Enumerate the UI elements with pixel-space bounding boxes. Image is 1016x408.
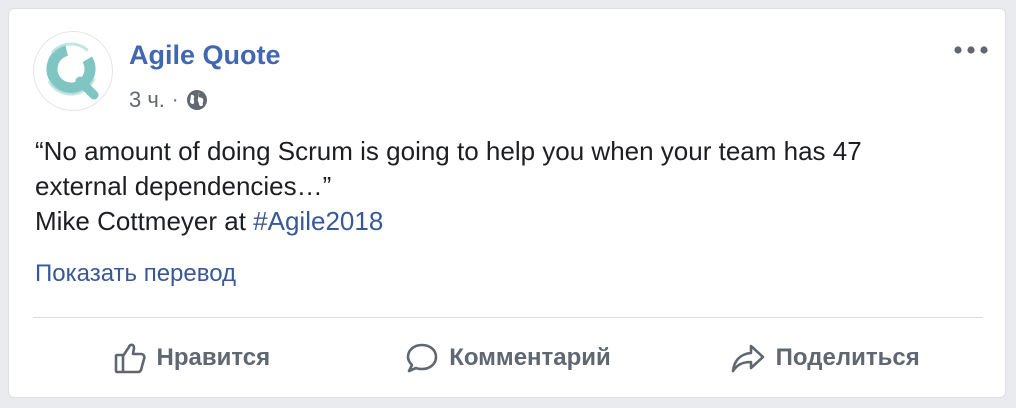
thumbs-up-icon [114,343,146,374]
post-body: “No amount of doing Scrum is going to he… [35,134,975,239]
share-arrow-icon [731,344,764,373]
quote-attribution: Mike Cottmeyer at [35,206,254,236]
show-translation-link[interactable]: Показать перевод [35,259,236,289]
post-card: Agile Quote 3 ч. · “No amount of doing S… [8,8,1006,398]
like-button[interactable]: Нравится [33,328,350,388]
more-options-button[interactable] [951,35,991,65]
share-button[interactable]: Поделиться [666,328,983,388]
agile-quote-logo-icon [44,42,99,100]
page-name-link[interactable]: Agile Quote [129,39,281,71]
like-label: Нравится [156,344,271,371]
hashtag-link[interactable]: #Agile2018 [253,206,383,236]
post-meta: 3 ч. · [129,86,208,114]
globe-icon[interactable] [186,89,208,111]
post-text-line: “No amount of doing Scrum is going to he… [35,136,862,166]
more-horizontal-icon [954,46,988,54]
comment-label: Комментарий [449,344,611,371]
action-divider [33,317,983,318]
comment-icon [406,343,438,373]
post-text-line: external dependencies…” [35,171,332,201]
post-text-line: Mike Cottmeyer at #Agile2018 [35,204,975,239]
comment-button[interactable]: Комментарий [350,328,667,388]
page-avatar[interactable] [33,31,113,111]
post-timestamp[interactable]: 3 ч. [129,86,165,114]
meta-separator: · [171,89,179,111]
action-bar: Нравится Комментарий Поделиться [33,327,983,389]
share-label: Поделиться [775,344,920,371]
